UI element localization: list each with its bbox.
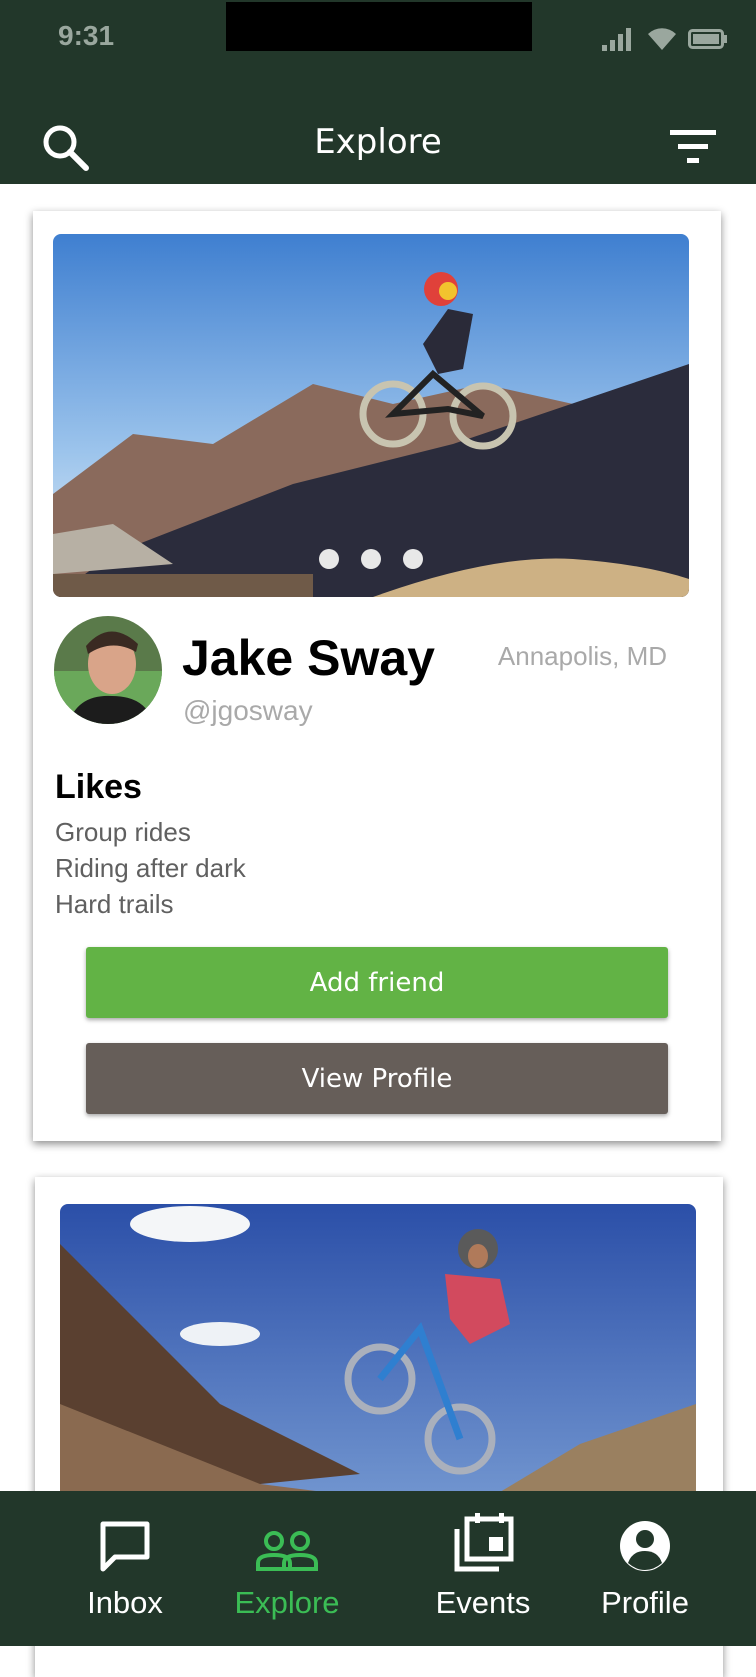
events-icon bbox=[454, 1513, 514, 1572]
inbox-icon bbox=[100, 1521, 150, 1572]
filter-icon bbox=[670, 130, 716, 163]
view-profile-button[interactable]: View Profile bbox=[86, 1043, 668, 1114]
battery-icon bbox=[688, 29, 727, 49]
nav-item-explore[interactable]: Explore bbox=[222, 1491, 352, 1646]
carousel-dot[interactable] bbox=[361, 549, 381, 569]
app-header: 9:31 Explore bbox=[0, 0, 756, 184]
carousel-dot[interactable] bbox=[403, 549, 423, 569]
avatar[interactable] bbox=[54, 616, 162, 724]
user-name: Jake Sway bbox=[182, 630, 435, 686]
profile-photo-carousel[interactable] bbox=[53, 234, 689, 597]
user-location: Annapolis, MD bbox=[497, 641, 667, 671]
avatar-photo bbox=[54, 616, 162, 724]
nav-item-inbox[interactable]: Inbox bbox=[70, 1491, 180, 1646]
like-item: Group rides bbox=[55, 817, 191, 847]
signal-icon bbox=[602, 28, 631, 51]
status-icons bbox=[600, 24, 728, 54]
likes-list: Group rides Riding after dark Hard trail… bbox=[55, 814, 246, 922]
profile-icon bbox=[620, 1521, 670, 1571]
add-friend-button[interactable]: Add friend bbox=[86, 947, 668, 1018]
carousel-dot[interactable] bbox=[319, 549, 339, 569]
camera-notch bbox=[226, 2, 532, 51]
nav-item-events[interactable]: Events bbox=[418, 1491, 548, 1646]
status-time: 9:31 bbox=[58, 20, 115, 51]
nav-label: Events bbox=[435, 1585, 531, 1620]
explore-icon bbox=[256, 1531, 318, 1571]
nav-label: Profile bbox=[601, 1585, 689, 1620]
filter-button[interactable] bbox=[668, 126, 718, 170]
like-item: Riding after dark bbox=[55, 853, 246, 883]
likes-heading: Likes bbox=[55, 768, 142, 806]
nav-item-profile[interactable]: Profile bbox=[585, 1491, 705, 1646]
user-handle: @jgosway bbox=[183, 695, 313, 726]
bike-jump-photo bbox=[53, 234, 689, 597]
profile-card: Jake Sway @jgosway Annapolis, MD Likes G… bbox=[33, 211, 721, 1141]
nav-label: Inbox bbox=[87, 1585, 163, 1620]
wifi-icon bbox=[648, 28, 676, 50]
page-title: Explore bbox=[314, 122, 442, 162]
bottom-navigation: Inbox Explore Events Profile bbox=[0, 1491, 756, 1646]
carousel-indicators bbox=[53, 549, 689, 569]
like-item: Hard trails bbox=[55, 889, 174, 919]
nav-label: Explore bbox=[234, 1585, 340, 1620]
